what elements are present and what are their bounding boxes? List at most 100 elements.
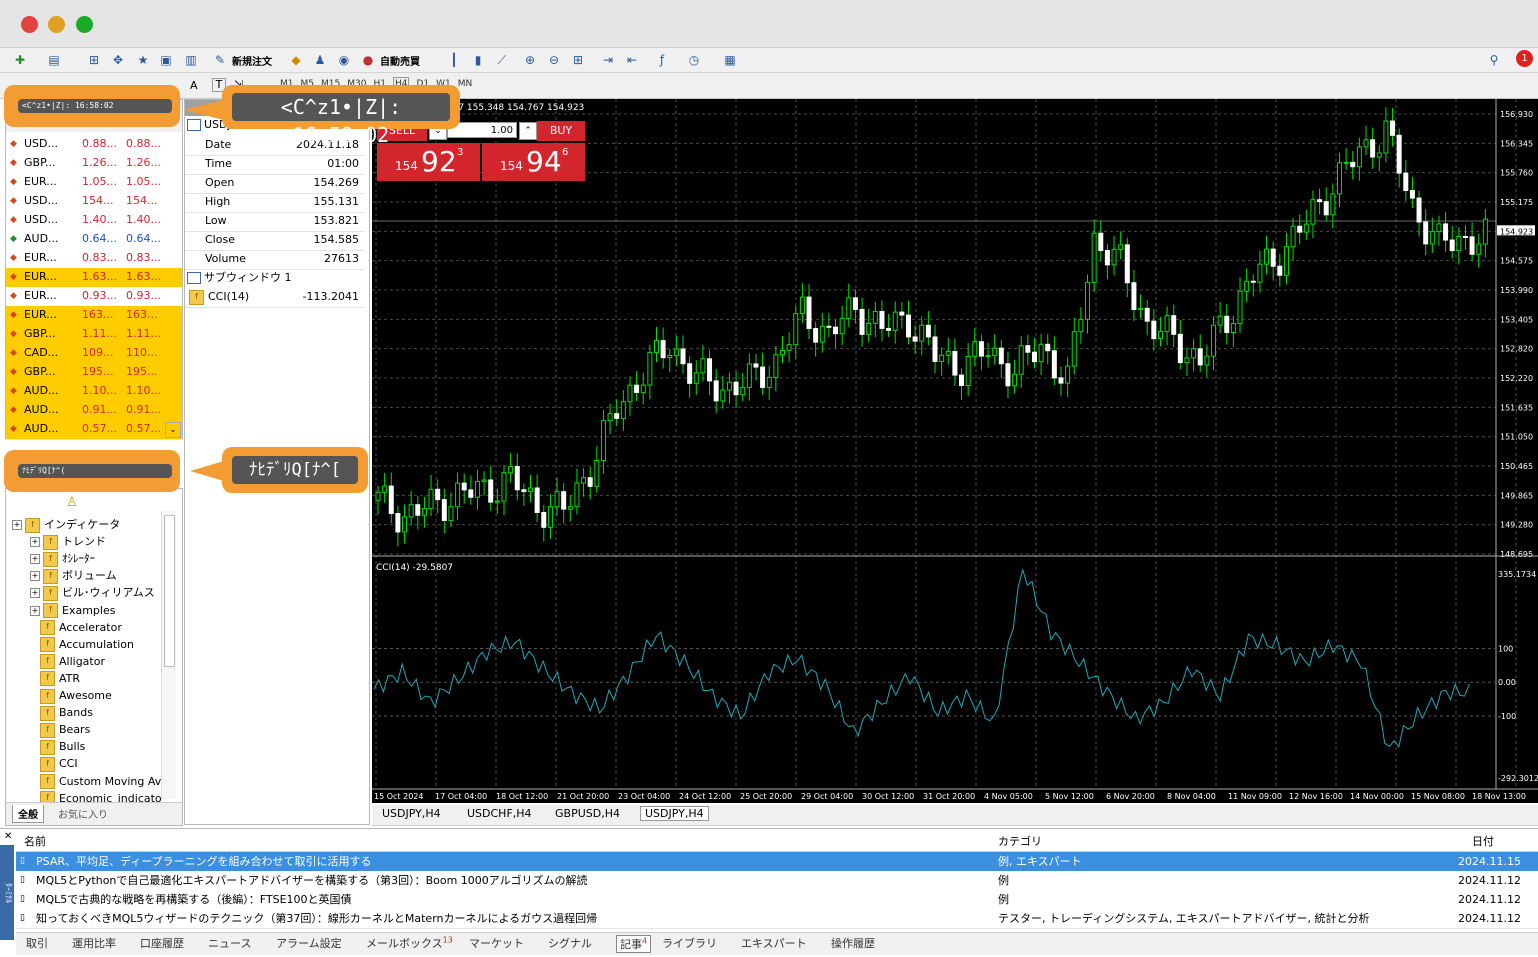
market-watch-row[interactable]: ◆ AUD... 0.64... 0.64... xyxy=(6,230,182,250)
expand-icon[interactable]: + xyxy=(30,571,40,582)
navigator-item[interactable]: + f インディケータ xyxy=(12,517,120,533)
navigator-item[interactable]: f Awesome xyxy=(40,688,112,704)
market-watch-row[interactable]: ◆ EUR... 163... 163... xyxy=(6,306,182,326)
line-chart-icon[interactable]: ⟋ xyxy=(494,52,510,68)
market-watch-row[interactable]: ◆ USD... 1.40... 1.40... xyxy=(6,211,182,231)
meta-editor-icon[interactable]: ◆ xyxy=(288,52,304,68)
terminal-tab[interactable]: シグナル xyxy=(548,935,592,951)
market-watch-row[interactable]: ◆ GBP... 1.26... 1.26... xyxy=(6,154,182,174)
new-chart-icon[interactable]: ✚ xyxy=(12,52,28,68)
market-watch-row[interactable]: ◆ EUR... 0.93... 0.93... xyxy=(6,287,182,307)
buy-button[interactable]: BUY xyxy=(537,121,585,141)
navigator-item[interactable]: f Custom Moving Av xyxy=(40,774,161,790)
expand-icon[interactable]: + xyxy=(30,588,40,599)
navigator-item[interactable]: f Alligator xyxy=(40,654,105,670)
terminal-icon[interactable]: ▣ xyxy=(158,52,174,68)
new-order-icon[interactable]: ✎ xyxy=(212,52,228,68)
news-row[interactable]: ▯ 知っておくべきMQL5ウィザードのテクニック（第37回）：線形カーネルとMat… xyxy=(16,909,1538,929)
header-category[interactable]: カテゴリ xyxy=(998,833,1042,851)
navigator-item[interactable]: + f ｵｼﾚｰﾀｰ xyxy=(30,551,95,567)
navigator-item[interactable]: f Bulls xyxy=(40,739,85,755)
expand-icon[interactable]: + xyxy=(12,520,22,530)
candlestick-icon[interactable]: ▮ xyxy=(470,52,486,68)
expand-icon[interactable]: + xyxy=(30,537,40,548)
navigator-item[interactable]: f CCI xyxy=(40,756,78,772)
market-watch-row[interactable]: ◆ EUR... 1.05... 1.05... xyxy=(6,173,182,193)
account-icon[interactable]: ♟ xyxy=(312,52,328,68)
news-row[interactable]: ▯ MQL5で古典的な戦略を再構築する（後編）：FTSE100と英国債 例 2024.… xyxy=(16,890,1538,910)
chart-tab[interactable]: USDJPY,H4 xyxy=(640,806,709,821)
chart-tab[interactable]: GBPUSD,H4 xyxy=(555,807,620,820)
navigator-item[interactable]: + f ボリューム xyxy=(30,568,117,584)
market-watch-row[interactable]: ◆ GBP... 1.11... 1.11... xyxy=(6,325,182,345)
periods-icon[interactable]: ◷ xyxy=(686,52,702,68)
buy-price-button[interactable]: 154 94 6 xyxy=(482,143,585,181)
sell-price-button[interactable]: 154 92 3 xyxy=(377,143,480,181)
zoom-window-button[interactable] xyxy=(76,16,93,33)
tester-icon[interactable]: ▥ xyxy=(183,52,199,68)
bar-chart-icon[interactable]: ┃ xyxy=(446,52,462,68)
terminal-tab[interactable]: ニュース xyxy=(208,935,251,951)
navigator-item[interactable]: f Bands xyxy=(40,705,93,721)
tab-general[interactable]: 全般 xyxy=(12,805,44,823)
crosshair-icon[interactable]: ✥ xyxy=(110,52,126,68)
navigator-item[interactable]: + f ビル･ウィリアムス xyxy=(30,585,155,601)
scroll-down-button[interactable]: ⌄ xyxy=(165,422,181,438)
header-date[interactable]: 日付 xyxy=(1472,833,1494,851)
terminal-tab[interactable]: 操作履歴 xyxy=(831,935,875,951)
terminal-tab[interactable]: 記事4 xyxy=(616,935,652,953)
terminal-tab[interactable]: アラーム設定 xyxy=(276,935,342,951)
terminal-tab[interactable]: 口座履歴 xyxy=(140,935,184,951)
indicators-icon[interactable]: ƒ xyxy=(654,52,670,68)
navigator-item[interactable]: f ATR xyxy=(40,671,80,687)
navigator-item[interactable]: f Accumulation xyxy=(40,637,134,653)
new-order-button[interactable]: 新規注文 xyxy=(232,53,272,68)
terminal-tab[interactable]: 運用比率 xyxy=(72,935,116,951)
terminal-tab[interactable]: マーケット xyxy=(469,935,524,951)
market-watch-row[interactable]: ◆ AUD... 0.91... 0.91... xyxy=(6,401,182,421)
market-watch-row[interactable]: ◆ CAD... 109... 110... xyxy=(6,344,182,364)
notification-badge[interactable]: 1 xyxy=(1516,50,1533,67)
tab-favorites[interactable]: お気に入り xyxy=(58,806,108,821)
market-watch-row[interactable]: ◆ USD... 154... 154... xyxy=(6,192,182,212)
zoom-in-icon[interactable]: ⊕ xyxy=(522,52,538,68)
terminal-tab[interactable]: ライブラリ xyxy=(662,935,717,951)
expand-icon[interactable]: + xyxy=(30,554,40,565)
news-row[interactable]: ▯ PSAR、平均足、ディープラーニングを組み合わせて取引に活用する 例, エキスパ… xyxy=(16,852,1538,872)
navigator-icon[interactable]: ★ xyxy=(135,52,151,68)
auto-trade-icon[interactable]: ● xyxy=(360,52,376,68)
market-watch-row[interactable]: ◆ USD... 0.88... 0.88... xyxy=(6,135,182,155)
navigator-scrollbar[interactable] xyxy=(161,511,176,799)
terminal-tab[interactable]: エキスパート xyxy=(741,935,807,951)
market-watch-row[interactable]: ◆ AUD... 0.57... 0.57... xyxy=(6,420,182,440)
market-watch-row[interactable]: ◆ AUD... 1.10... 1.10... xyxy=(6,382,182,402)
signals-icon[interactable]: ◉ xyxy=(336,52,352,68)
tile-windows-icon[interactable]: ⊞ xyxy=(570,52,586,68)
navigator-item[interactable]: f Accelerator xyxy=(40,620,122,636)
chart-tab[interactable]: USDJPY,H4 xyxy=(382,807,441,820)
minimize-window-button[interactable] xyxy=(48,16,65,33)
terminal-close-icon[interactable]: ✕ xyxy=(4,831,12,842)
zoom-out-icon[interactable]: ⊖ xyxy=(546,52,562,68)
templates-icon[interactable]: ▦ xyxy=(722,52,738,68)
scrollbar-thumb[interactable] xyxy=(164,515,175,667)
lot-increase-button[interactable]: ⌃ xyxy=(519,122,537,140)
navigator-item[interactable]: + f トレンド xyxy=(30,534,106,550)
text-tool-icon[interactable]: A xyxy=(190,79,198,92)
expand-icon[interactable]: + xyxy=(30,605,40,616)
market-watch-row[interactable]: ◆ GBP... 195... 195... xyxy=(6,363,182,383)
profiles-icon[interactable]: ▤ xyxy=(46,52,62,68)
chart-tab[interactable]: USDCHF,H4 xyxy=(467,807,532,820)
market-watch-row[interactable]: ◆ EUR... 0.83... 0.83... xyxy=(6,249,182,269)
chart-shift-icon[interactable]: ⇤ xyxy=(624,52,640,68)
market-watch-row[interactable]: ◆ EUR... 1.63... 1.63... xyxy=(6,268,182,288)
navigator-item[interactable]: + f Examples xyxy=(30,603,115,619)
market-watch-icon[interactable]: ⊞ xyxy=(86,52,102,68)
close-window-button[interactable] xyxy=(21,16,38,33)
header-name[interactable]: 名前 xyxy=(24,833,46,851)
autoscroll-icon[interactable]: ⇥ xyxy=(600,52,616,68)
search-icon[interactable]: ⚲ xyxy=(1486,52,1502,68)
navigator-item[interactable]: f Bears xyxy=(40,722,90,738)
price-chart[interactable]: 156.930 156.345 155.760 155.175 154.923 154.5… xyxy=(372,99,1538,803)
terminal-tab[interactable]: メールボックス13 xyxy=(366,935,453,951)
